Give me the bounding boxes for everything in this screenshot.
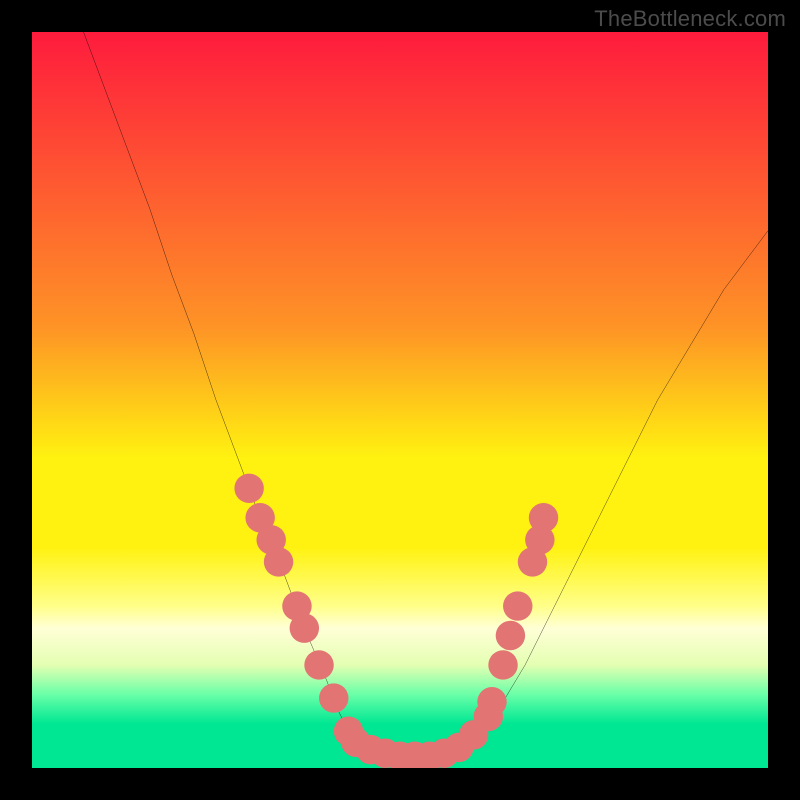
curve-marker [488,650,517,679]
curve-marker [477,687,506,716]
chart-frame: TheBottleneck.com [0,0,800,800]
curve-marker [234,474,263,503]
curve-marker [319,683,348,712]
curve-marker [503,591,532,620]
curve-marker [529,503,558,532]
watermark-text: TheBottleneck.com [594,6,786,32]
plot-area [32,32,768,768]
chart-svg [32,32,768,768]
curve-marker [496,621,525,650]
curve-marker [264,547,293,576]
curve-marker [304,650,333,679]
curve-marker [290,613,319,642]
